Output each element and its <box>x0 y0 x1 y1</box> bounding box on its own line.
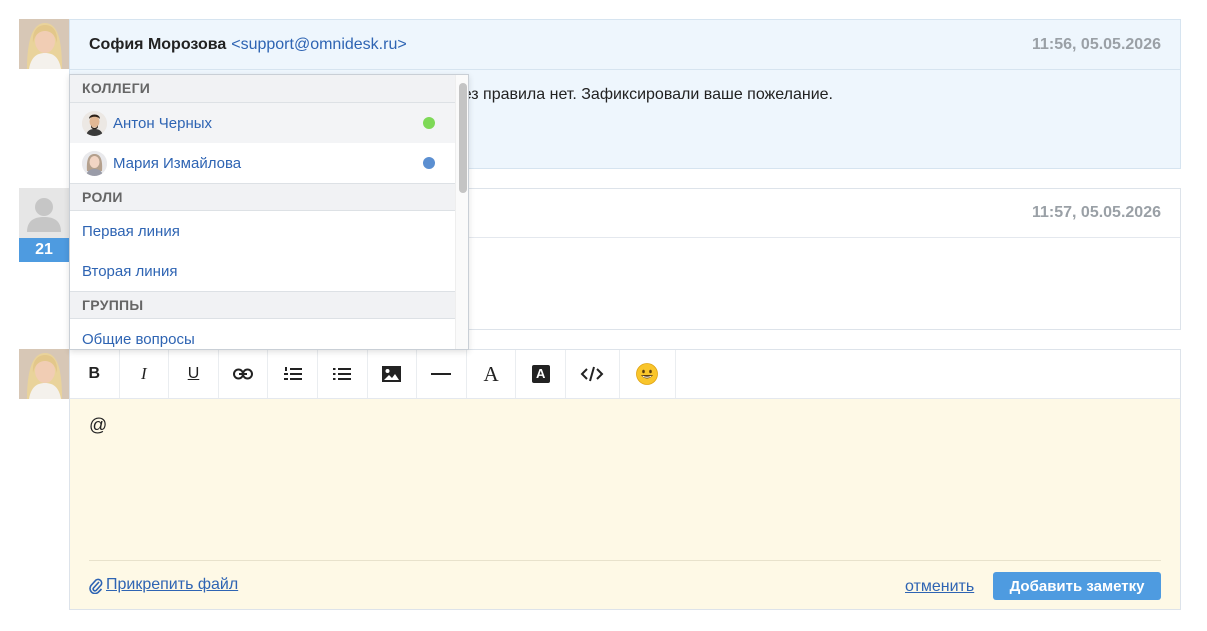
font-color-icon: A <box>483 361 499 386</box>
note-editor: B I U A A @ Прикрепить файл отменить Доб… <box>69 349 1181 610</box>
mention-list: КОЛЛЕГИ Антон Черных Мария Измайлова РОЛ… <box>70 75 455 349</box>
paperclip-icon <box>89 578 103 594</box>
agent-avatar <box>19 349 69 399</box>
ordered-list-button[interactable] <box>268 350 318 398</box>
sender-email[interactable]: <support@omnidesk.ru> <box>231 36 406 54</box>
image-icon <box>382 366 402 382</box>
emoji-icon <box>636 363 659 385</box>
note-text-input[interactable]: @ <box>89 415 107 436</box>
mention-item-label: Первая линия <box>82 222 180 240</box>
compose-divider <box>89 560 1161 561</box>
horizontal-rule-icon <box>431 373 452 375</box>
colleague-avatar <box>82 110 107 136</box>
horizontal-rule-button[interactable] <box>417 350 467 398</box>
add-note-button[interactable]: Добавить заметку <box>993 572 1161 600</box>
background-color-button[interactable]: A <box>516 350 566 398</box>
italic-button[interactable]: I <box>120 350 170 398</box>
dropdown-scrollbar[interactable] <box>455 75 468 349</box>
mention-item-label: Антон Черных <box>113 114 213 132</box>
mention-dropdown: КОЛЛЕГИ Антон Черных Мария Измайлова РОЛ… <box>69 74 469 350</box>
message-time: 11:57, 05.05.2026 <box>1031 204 1161 221</box>
code-icon <box>581 366 604 382</box>
section-header-colleagues: КОЛЛЕГИ <box>70 75 455 103</box>
mention-item-label: Общие вопросы <box>82 330 195 348</box>
link-button[interactable] <box>219 350 269 398</box>
sender-name: София Морозова <box>89 35 227 53</box>
mention-item-group[interactable]: Общие вопросы <box>70 319 455 349</box>
bold-icon: B <box>88 365 101 382</box>
underline-icon: U <box>187 365 200 382</box>
italic-icon: I <box>141 364 147 383</box>
message-count-badge: 21 <box>19 238 69 262</box>
message-header: София Морозова <support@omnidesk.ru> 11:… <box>70 20 1180 70</box>
background-color-icon: A <box>531 365 550 383</box>
mention-item-label: Вторая линия <box>82 262 178 280</box>
section-header-roles: РОЛИ <box>70 183 455 211</box>
note-compose-area[interactable]: @ Прикрепить файл отменить Добавить заме… <box>70 399 1180 609</box>
link-icon <box>233 368 254 380</box>
agent-avatar <box>19 19 69 69</box>
section-header-groups: ГРУППЫ <box>70 291 455 319</box>
mention-item-role[interactable]: Вторая линия <box>70 251 455 291</box>
underline-button[interactable]: U <box>169 350 219 398</box>
customer-avatar <box>19 188 69 238</box>
bold-button[interactable]: B <box>70 350 120 398</box>
editor-toolbar: B I U A A <box>70 350 1180 399</box>
mention-item-role[interactable]: Первая линия <box>70 211 455 251</box>
ordered-list-icon <box>283 367 302 380</box>
online-status-dot <box>423 117 435 129</box>
colleague-avatar <box>82 150 107 176</box>
attach-file-link[interactable]: Прикрепить файл <box>89 576 238 594</box>
attach-file-label: Прикрепить файл <box>106 576 239 593</box>
away-status-dot <box>423 157 435 169</box>
message-time: 11:56, 05.05.2026 <box>1031 35 1161 53</box>
font-color-button[interactable]: A <box>467 350 517 398</box>
bullet-list-icon <box>333 368 352 380</box>
mention-item-colleague[interactable]: Антон Черных <box>70 103 455 143</box>
cancel-link[interactable]: отменить <box>905 578 974 596</box>
mention-item-label: Мария Измайлова <box>113 154 242 172</box>
bullet-list-button[interactable] <box>318 350 368 398</box>
image-button[interactable] <box>368 350 418 398</box>
code-button[interactable] <box>566 350 620 398</box>
mention-item-colleague[interactable]: Мария Измайлова <box>70 143 455 183</box>
emoji-button[interactable] <box>620 350 676 398</box>
scrollbar-thumb[interactable] <box>459 83 467 193</box>
